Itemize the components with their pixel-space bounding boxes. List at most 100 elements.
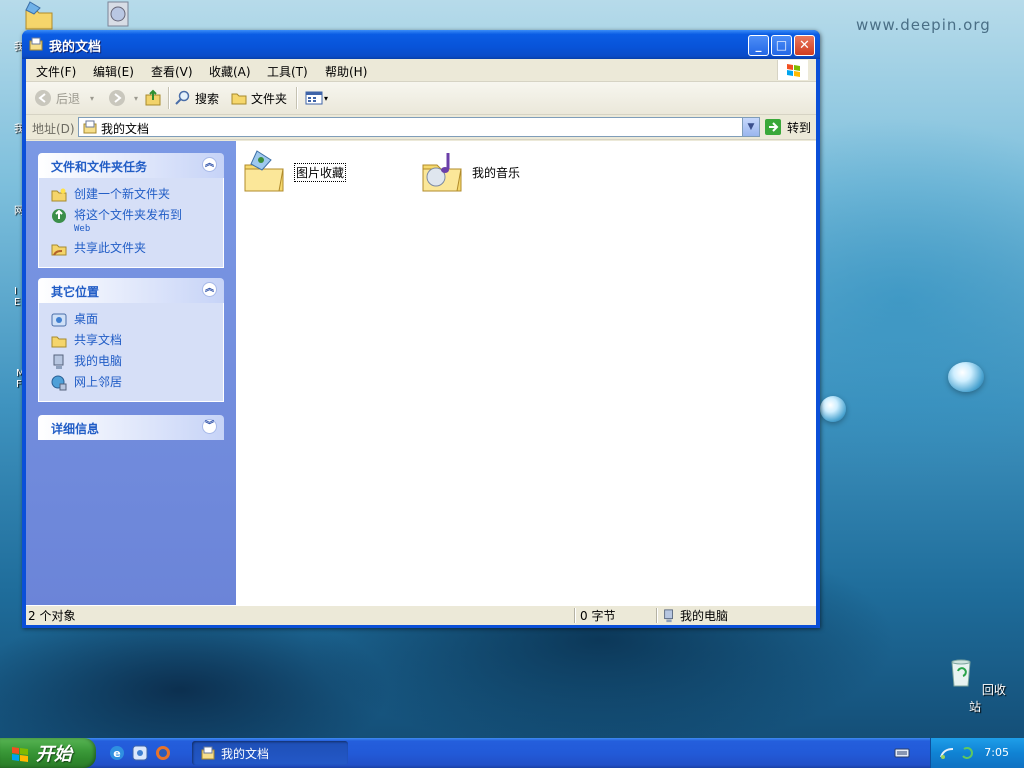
panel-title: 文件和文件夹任务: [51, 160, 148, 174]
menu-file[interactable]: 文件(F): [36, 63, 76, 80]
windows-logo-icon: [777, 60, 808, 80]
recycle-bin-icon: [951, 659, 971, 687]
close-icon: ✕: [799, 38, 810, 53]
panel-title: 其它位置: [51, 285, 100, 299]
status-size: 0 字节: [580, 609, 616, 623]
my-documents-icon: [29, 37, 43, 51]
network-tray-icon[interactable]: [939, 745, 955, 761]
start-label: 开始: [36, 744, 72, 765]
internet-explorer-icon[interactable]: e: [108, 744, 126, 762]
panel-file-tasks-header[interactable]: 文件和文件夹任务 ︽: [38, 153, 224, 178]
desktop-edge-label: IE: [14, 286, 21, 308]
water-drop-decoration: [948, 362, 984, 392]
maximize-icon: □: [775, 38, 788, 52]
address-bar: 地址(D) 我的文档 ▼ 转到: [26, 115, 816, 140]
go-button[interactable]: 转到: [764, 118, 811, 136]
place-desktop[interactable]: 桌面: [39, 309, 223, 330]
start-button[interactable]: 开始: [0, 738, 96, 768]
firefox-icon[interactable]: [154, 744, 172, 762]
menu-tools[interactable]: 工具(T): [267, 63, 308, 80]
menu-view[interactable]: 查看(V): [151, 63, 193, 80]
recycle-tray-icon[interactable]: [959, 745, 975, 761]
close-button[interactable]: ✕: [794, 35, 815, 56]
clock: 7:05: [984, 746, 1009, 759]
toolbar: 后退 ▾ ▾ 搜索 文件夹 ▾: [26, 82, 816, 115]
status-bar: 2 个对象 0 字节 我的电脑: [26, 605, 816, 625]
windows-logo-icon: [12, 747, 28, 762]
title-bar[interactable]: 我的文档 _ □ ✕: [22, 30, 820, 59]
task-label: 将这个文件夹发布到: [74, 208, 183, 222]
search-icon: [175, 90, 190, 105]
expand-chevron-icon[interactable]: ︾: [202, 419, 217, 434]
status-location-label: 我的电脑: [680, 609, 729, 623]
minimize-icon: _: [755, 38, 762, 52]
task-publish-web[interactable]: 将这个文件夹发布到 Web: [39, 205, 223, 238]
my-documents-icon: [201, 746, 215, 760]
place-label: 网上邻居: [74, 375, 123, 389]
back-dropdown-icon[interactable]: ▾: [90, 94, 94, 103]
place-network[interactable]: 网上邻居: [39, 372, 223, 393]
minimize-button[interactable]: _: [748, 35, 769, 56]
folders-label: 文件夹: [251, 91, 288, 106]
folder-name: 我的音乐: [472, 165, 521, 180]
my-music-folder-icon: [422, 153, 462, 192]
place-shared-docs[interactable]: 共享文档: [39, 330, 223, 351]
views-icon: [305, 91, 323, 105]
task-label: 创建一个新文件夹: [74, 187, 171, 201]
file-list[interactable]: 图片收藏 我的音乐: [236, 141, 816, 611]
forward-dropdown-icon[interactable]: ▾: [134, 94, 138, 103]
go-label: 转到: [787, 120, 812, 135]
collapse-chevron-icon[interactable]: ︽: [202, 282, 217, 297]
task-new-folder[interactable]: 创建一个新文件夹: [39, 184, 223, 205]
folders-button[interactable]: 文件夹: [230, 88, 287, 108]
panel-details-header[interactable]: 详细信息 ︾: [38, 415, 224, 440]
folder-icon: [231, 93, 247, 105]
folder-name: 图片收藏: [294, 162, 347, 182]
address-input[interactable]: 我的文档 ▼: [78, 117, 760, 137]
search-label: 搜索: [195, 91, 220, 106]
back-arrow-icon: [35, 90, 51, 106]
taskbar: 开始 e 我的文档 7:05: [0, 738, 1024, 768]
address-label: 地址(D): [32, 122, 75, 136]
svg-text:e: e: [113, 747, 120, 760]
panel-file-tasks: 文件和文件夹任务 ︽ 创建一个新文件夹 将这个文件夹发布到 Web 共享此文件夹: [38, 153, 224, 268]
back-button[interactable]: 后退 ▾: [34, 88, 94, 108]
taskbar-item-my-documents[interactable]: 我的文档: [192, 741, 348, 765]
share-folder-icon: [51, 244, 67, 256]
toolbar-separator: [296, 87, 298, 109]
forward-arrow-icon: [109, 90, 125, 106]
place-my-computer[interactable]: 我的电脑: [39, 351, 223, 372]
show-desktop-icon[interactable]: [131, 744, 149, 762]
menu-edit[interactable]: 编辑(E): [93, 63, 134, 80]
panel-title: 详细信息: [51, 422, 100, 436]
folder-item[interactable]: 图片收藏: [242, 149, 347, 195]
views-dropdown-icon: ▾: [324, 93, 329, 103]
menu-favorites[interactable]: 收藏(A): [209, 63, 251, 80]
system-tray: 7:05: [930, 738, 1024, 768]
computer-icon: [53, 354, 64, 369]
keyboard-icon[interactable]: [894, 746, 910, 760]
forward-button[interactable]: ▾: [108, 88, 138, 108]
computer-icon: [664, 608, 673, 622]
shared-folder-icon: [51, 336, 67, 348]
address-dropdown-button[interactable]: ▼: [742, 118, 759, 136]
task-pane: 文件和文件夹任务 ︽ 创建一个新文件夹 将这个文件夹发布到 Web 共享此文件夹…: [26, 141, 236, 611]
search-button[interactable]: 搜索: [174, 88, 219, 108]
network-icon: [51, 375, 67, 391]
place-label: 我的电脑: [74, 354, 123, 368]
menu-help[interactable]: 帮助(H): [325, 63, 367, 80]
desktop-icon: [51, 313, 67, 327]
maximize-button[interactable]: □: [771, 35, 792, 56]
back-label: 后退: [56, 91, 81, 106]
views-button[interactable]: ▾: [304, 88, 328, 108]
folder-item[interactable]: 我的音乐: [420, 149, 520, 195]
panel-other-places-header[interactable]: 其它位置 ︽: [38, 278, 224, 303]
task-label: 共享此文件夹: [74, 241, 147, 255]
collapse-chevron-icon[interactable]: ︽: [202, 157, 217, 172]
desktop-icon-recycle-bin[interactable]: 回收站: [940, 656, 1010, 715]
task-share-folder[interactable]: 共享此文件夹: [39, 238, 223, 259]
menu-bar: 文件(F) 编辑(E) 查看(V) 收藏(A) 工具(T) 帮助(H): [26, 59, 816, 82]
up-folder-button[interactable]: [144, 88, 162, 108]
place-label: 共享文档: [74, 333, 123, 347]
desktop-watermark: www.deepin.org: [856, 16, 991, 34]
